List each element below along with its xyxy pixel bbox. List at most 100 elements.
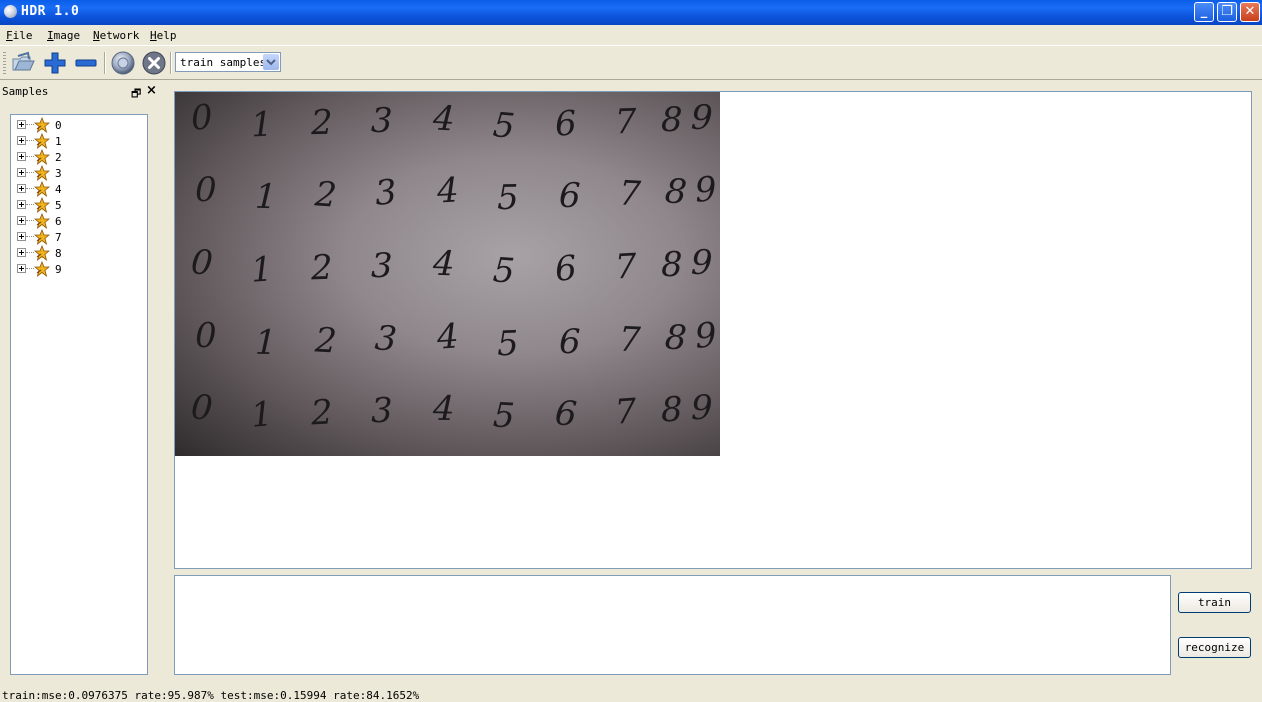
- open-folder-button[interactable]: [10, 50, 36, 76]
- handwritten-digit: 3: [371, 246, 393, 286]
- handwritten-digit: 4: [435, 316, 461, 358]
- handwritten-digit: 5: [496, 323, 520, 365]
- folder-star-icon: [34, 133, 50, 149]
- window-title: HDR 1.0: [21, 4, 80, 19]
- expand-icon[interactable]: [17, 200, 26, 209]
- tree-connector: [26, 156, 34, 157]
- menu-network[interactable]: Network: [93, 29, 139, 42]
- sample-photo: 0123456789012345678901234567890123456789…: [175, 92, 720, 456]
- expand-icon[interactable]: [17, 168, 26, 177]
- recognize-button[interactable]: recognize: [1178, 637, 1251, 658]
- tree-connector: [26, 188, 34, 189]
- expand-icon[interactable]: [17, 248, 26, 257]
- folder-star-icon: [34, 245, 50, 261]
- menu-file-mnemonic: F: [6, 29, 13, 42]
- close-button[interactable]: ✕: [1240, 2, 1260, 22]
- samples-dock-title: Samples: [2, 85, 49, 98]
- handwritten-digit: 1: [254, 176, 278, 218]
- expand-icon[interactable]: [17, 264, 26, 273]
- app-icon: [4, 5, 17, 18]
- tree-item-label: 6: [55, 215, 62, 228]
- handwritten-digit: 7: [613, 246, 638, 288]
- remove-sample-button[interactable]: [73, 50, 99, 76]
- add-sample-button[interactable]: [42, 50, 68, 76]
- handwritten-digit: 9: [693, 169, 719, 211]
- folder-star-icon: [34, 181, 50, 197]
- tree-connector: [26, 236, 34, 237]
- float-dock-icon[interactable]: 🗗: [131, 85, 141, 104]
- handwritten-digit: 8: [663, 317, 689, 359]
- stop-icon: [142, 51, 166, 75]
- handwritten-digit: 3: [373, 318, 399, 360]
- tree-item-label: 0: [55, 119, 62, 132]
- tree-connector: [26, 140, 34, 141]
- tree-connector: [26, 268, 34, 269]
- chevron-down-icon[interactable]: [263, 54, 279, 70]
- handwritten-digit: 8: [661, 100, 683, 140]
- tree-item-label: 7: [55, 231, 62, 244]
- handwritten-digit: 0: [189, 387, 215, 429]
- menu-network-label: etwork: [99, 29, 140, 42]
- camera-icon: [111, 51, 135, 75]
- handwritten-digit: 5: [491, 395, 516, 437]
- remove-icon: [75, 59, 97, 67]
- menu-file[interactable]: File: [6, 29, 33, 42]
- folder-star-icon: [34, 261, 50, 277]
- title-bar[interactable]: HDR 1.0 _ ❐ ✕: [0, 0, 1262, 25]
- handwritten-digit: 2: [310, 247, 334, 289]
- handwritten-digit: 8: [660, 389, 684, 431]
- toolbar-grip[interactable]: [3, 52, 6, 74]
- expand-icon[interactable]: [17, 184, 26, 193]
- menu-image[interactable]: Image: [47, 29, 80, 42]
- output-textarea[interactable]: [174, 575, 1171, 675]
- tree-item-label: 8: [55, 247, 62, 260]
- status-bar: train:mse:0.0976375 rate:95.987% test:ms…: [2, 689, 420, 702]
- handwritten-digit: 9: [690, 242, 713, 284]
- handwritten-digit: 6: [553, 103, 579, 145]
- toolbar-bottom-line: [0, 79, 1262, 80]
- handwritten-digit: 6: [559, 322, 581, 362]
- handwritten-digit: 9: [693, 315, 719, 357]
- handwritten-digit: 1: [249, 249, 275, 291]
- menu-help[interactable]: Help: [150, 29, 177, 42]
- handwritten-digit: 0: [189, 97, 215, 139]
- handwritten-digit: 5: [491, 105, 517, 147]
- capture-button[interactable]: [110, 50, 136, 76]
- tree-item-label: 3: [55, 167, 62, 180]
- add-icon: [44, 52, 66, 74]
- handwritten-digit: 1: [249, 394, 275, 436]
- handwritten-digit: 2: [313, 320, 338, 362]
- handwritten-digit: 8: [663, 171, 689, 213]
- handwritten-digit: 2: [309, 392, 334, 434]
- expand-icon[interactable]: [17, 232, 26, 241]
- samples-tree[interactable]: 0 1 2 3 4 5 6 7 8 9: [10, 114, 148, 675]
- mode-select[interactable]: train samples: [175, 52, 281, 72]
- expand-icon[interactable]: [17, 136, 26, 145]
- handwritten-digit: 1: [254, 322, 277, 364]
- tree-item-label: 9: [55, 263, 62, 276]
- close-dock-icon[interactable]: ×: [146, 83, 157, 98]
- expand-icon[interactable]: [17, 152, 26, 161]
- minimize-icon: _: [1200, 4, 1208, 19]
- folder-star-icon: [34, 149, 50, 165]
- handwritten-digit: 5: [491, 250, 517, 292]
- handwritten-digit: 3: [370, 390, 393, 432]
- menu-bar: File Image Network Help: [0, 25, 1262, 45]
- menu-file-label: ile: [12, 29, 33, 42]
- stop-button[interactable]: [141, 50, 167, 76]
- menu-image-mnemonic: I: [47, 29, 54, 42]
- restore-button[interactable]: ❐: [1217, 2, 1237, 22]
- handwritten-digit: 5: [496, 177, 519, 219]
- folder-star-icon: [34, 197, 50, 213]
- restore-icon: ❐: [1221, 4, 1233, 19]
- folder-star-icon: [34, 229, 50, 245]
- handwritten-digit: 4: [431, 98, 456, 140]
- tree-item-label: 2: [55, 151, 62, 164]
- minimize-button[interactable]: _: [1194, 2, 1214, 22]
- handwritten-digit: 0: [195, 170, 217, 210]
- handwritten-digit: 4: [432, 388, 455, 430]
- folder-star-icon: [34, 213, 50, 229]
- expand-icon[interactable]: [17, 120, 26, 129]
- expand-icon[interactable]: [17, 216, 26, 225]
- train-button[interactable]: train: [1178, 592, 1251, 613]
